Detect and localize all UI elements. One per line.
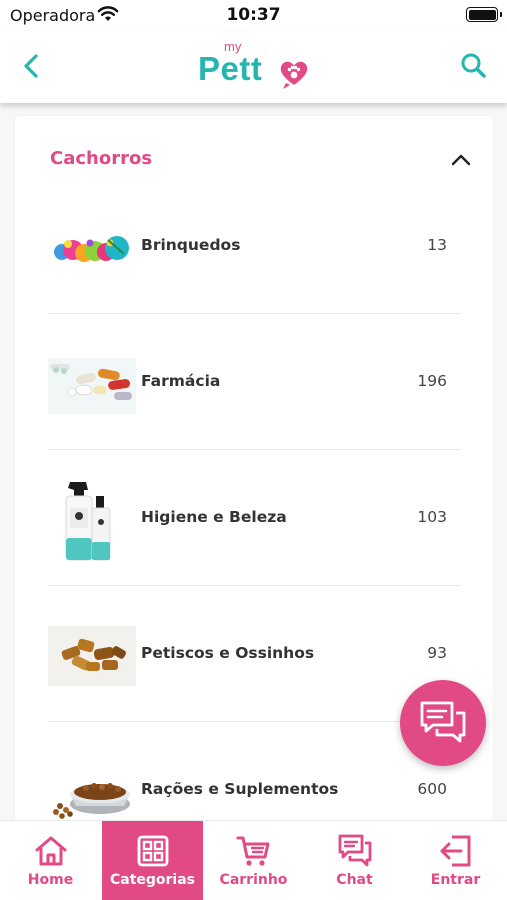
paw-heart-icon <box>280 61 308 89</box>
back-button[interactable] <box>14 48 50 84</box>
chat-icon <box>338 834 372 867</box>
subcategory-label: Rações e Suplementos <box>141 780 339 798</box>
clock: 10:37 <box>226 5 281 25</box>
nav-categorias-label: Categorias <box>109 872 196 888</box>
battery-icon <box>466 7 502 22</box>
search-button[interactable] <box>456 48 492 84</box>
logo-wordmark: Pett <box>198 50 263 87</box>
subcategory-row-petiscos-ossinhos[interactable]: Petiscos e Ossinhos 93 <box>48 586 460 722</box>
subcategory-label: Brinquedos <box>141 236 241 254</box>
app-header: my Pett <box>0 30 507 103</box>
dog-treats-image <box>48 626 136 686</box>
nav-carrinho-label: Carrinho <box>219 872 288 888</box>
grid-icon <box>137 835 169 867</box>
login-icon <box>440 835 471 867</box>
bottom-nav: Home Categorias Carrinho Chat Entrar <box>0 820 507 900</box>
chevron-left-icon <box>24 54 38 78</box>
nav-entrar-label: Entrar <box>430 872 481 888</box>
subcategory-count: 600 <box>417 780 447 798</box>
app-logo: my Pett <box>196 36 316 96</box>
nav-chat[interactable]: Chat <box>304 821 405 900</box>
nav-home[interactable]: Home <box>0 821 101 900</box>
subcategory-count: 103 <box>417 508 447 526</box>
subcategory-count: 196 <box>417 372 447 390</box>
subcategory-count: 93 <box>427 644 447 662</box>
nav-categorias[interactable]: Categorias <box>102 821 203 900</box>
toy-balls-image <box>54 236 129 262</box>
chat-fab-button[interactable] <box>400 680 486 766</box>
spray-bottles-image <box>65 482 111 561</box>
subcategory-count: 13 <box>427 236 447 254</box>
status-bar: Operadora 10:37 <box>0 0 507 30</box>
subcategory-row-racoes-suplementos[interactable]: Rações e Suplementos 600 <box>48 722 460 836</box>
nav-entrar[interactable]: Entrar <box>405 821 506 900</box>
nav-carrinho[interactable]: Carrinho <box>203 821 304 900</box>
chevron-up-icon[interactable] <box>451 153 471 167</box>
subcategory-label: Petiscos e Ossinhos <box>141 644 315 662</box>
food-bowl-image <box>53 783 130 819</box>
subcategory-row-brinquedos[interactable]: Brinquedos 13 <box>48 178 460 314</box>
category-title[interactable]: Cachorros <box>50 148 152 169</box>
cart-icon <box>236 836 270 866</box>
subcategory-label: Farmácia <box>141 372 221 390</box>
home-icon <box>35 836 67 866</box>
nav-home-label: Home <box>27 872 74 888</box>
subcategory-row-farmacia[interactable]: Farmácia 196 <box>48 314 460 450</box>
pills-image <box>48 358 136 414</box>
chat-bubbles-icon <box>420 701 466 743</box>
nav-chat-label: Chat <box>336 872 373 888</box>
subcategory-row-higiene-beleza[interactable]: Higiene e Beleza 103 <box>48 450 460 586</box>
search-icon <box>461 53 486 78</box>
subcategory-label: Higiene e Beleza <box>141 508 287 526</box>
